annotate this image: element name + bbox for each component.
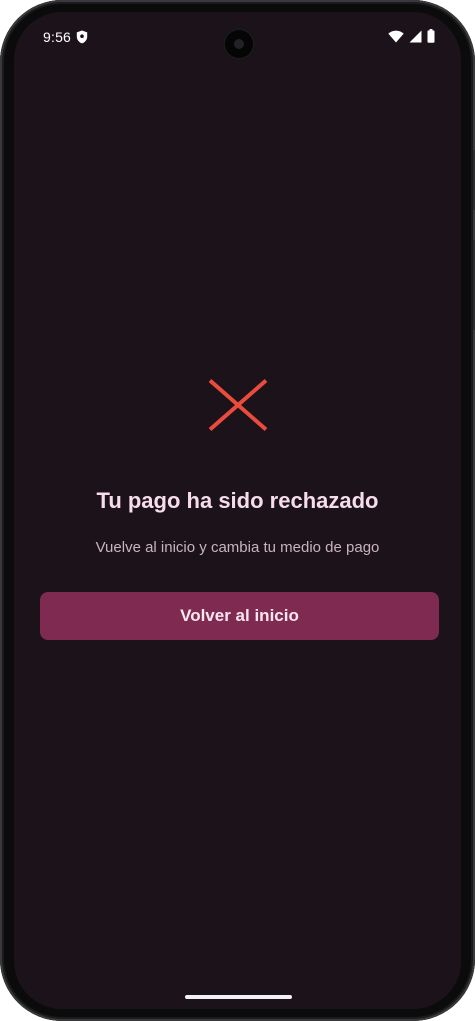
page-subtitle: Vuelve al inicio y cambia tu medio de pa… (95, 539, 380, 556)
payment-rejected-view: Tu pago ha sido rechazado Vuelve al inic… (14, 12, 461, 1009)
home-indicator[interactable] (185, 995, 292, 999)
back-to-home-button[interactable]: Volver al inicio (40, 592, 439, 640)
close-icon (208, 378, 268, 432)
page-title: Tu pago ha sido rechazado (96, 488, 379, 513)
app-screen: 9:56 Tu pago ha sido rechazado Vuelve al… (14, 12, 461, 1009)
phone-frame: 9:56 Tu pago ha sido rechazado Vuelve al… (0, 0, 475, 1021)
